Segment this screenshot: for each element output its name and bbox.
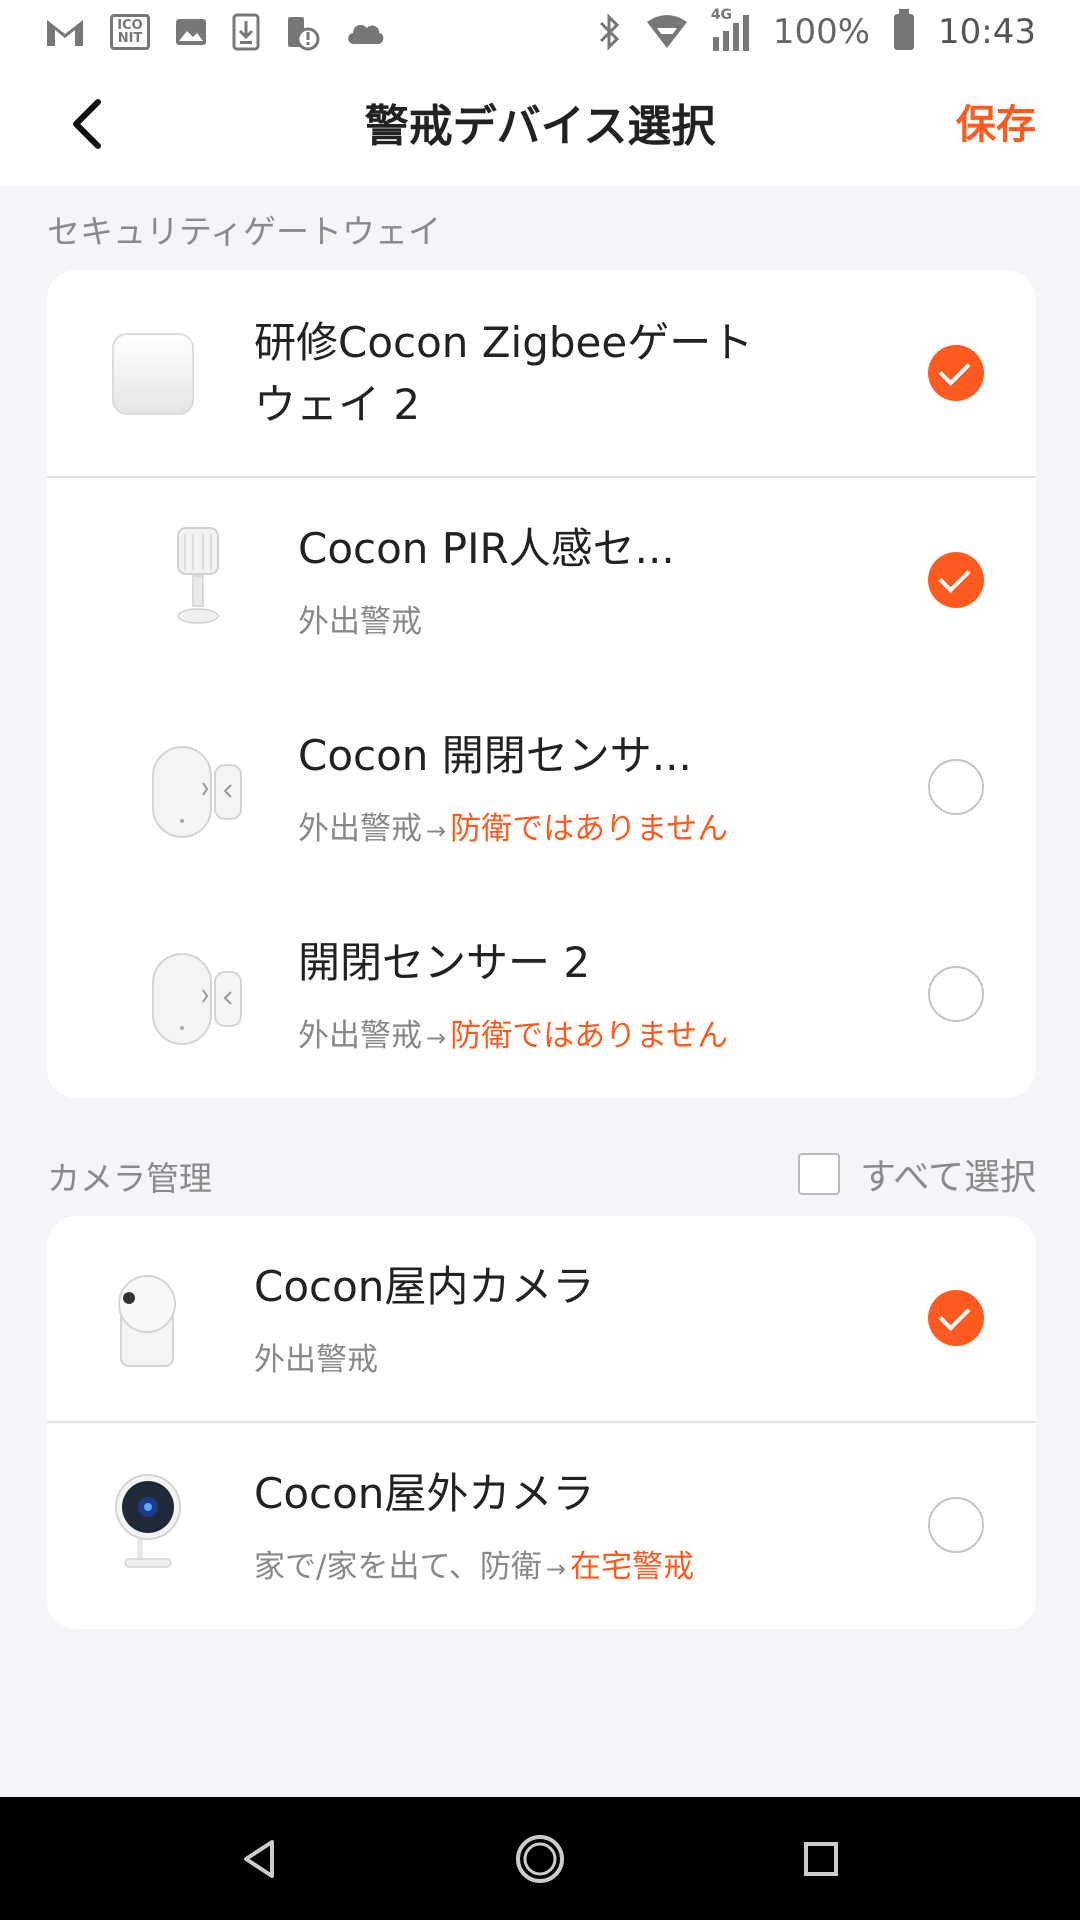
pir-sensor-icon: [171, 526, 225, 630]
download-icon: [232, 13, 260, 51]
cloud-icon: [348, 24, 384, 44]
device-mode: 外出警戒 → 防衛ではありません: [298, 803, 728, 848]
door-sensor-icon: [151, 743, 243, 843]
device-mode: 外出警戒: [298, 596, 422, 641]
device-checkbox[interactable]: [928, 966, 984, 1022]
device-name: Cocon PIR人感セ...: [298, 524, 675, 573]
camera-checkbox[interactable]: [928, 1497, 984, 1553]
arrow-right-icon: →: [545, 1555, 567, 1583]
camera-row[interactable]: Cocon屋内カメラ 外出警戒: [47, 1216, 1036, 1422]
section-label-gateway: セキュリティゲートウェイ: [47, 212, 442, 251]
gateway-name-line1: 研修Cocon Zigbeeゲート: [254, 318, 754, 367]
app-header: 警戒デバイス選択 保存: [0, 64, 1080, 186]
select-all-toggle[interactable]: すべて選択: [797, 1148, 1036, 1200]
section-label-cameras: カメラ管理: [47, 1159, 212, 1198]
wifi-icon: [646, 15, 687, 48]
battery-percent: 100%: [772, 12, 871, 52]
gateway-device-icon: [111, 332, 195, 420]
device-status-warning: 防衛ではありません: [450, 811, 729, 847]
status-bar-notifications: ICO NIT: [44, 13, 386, 51]
camera-mode: 外出警戒: [254, 1334, 378, 1379]
device-mode-text: 外出警戒: [298, 1018, 422, 1054]
device-row[interactable]: 開閉センサー 2 外出警戒 → 防衛ではありません: [47, 892, 1036, 1098]
status-bar: ICO NIT 4G 100% 10:43: [0, 0, 1080, 64]
battery-alert-icon: [288, 17, 320, 51]
system-nav-bar: [0, 1797, 1080, 1920]
bluetooth-icon: [599, 13, 619, 51]
camera-mode: 家で/家を出て、防衛 → 在宅警戒: [254, 1541, 694, 1586]
camera-row[interactable]: Cocon屋外カメラ 家で/家を出て、防衛 → 在宅警戒: [47, 1423, 1036, 1629]
device-mode-text: 外出警戒: [298, 604, 422, 640]
page-title: 警戒デバイス選択: [364, 101, 716, 152]
device-mode: 外出警戒 → 防衛ではありません: [298, 1010, 728, 1055]
select-all-label: すべて選択: [859, 1157, 1036, 1198]
camera-checkbox[interactable]: [928, 1290, 984, 1346]
back-triangle-icon[interactable]: [234, 1834, 284, 1884]
arrow-right-icon: →: [426, 817, 447, 845]
gateway-name-line2: ウェイ 2: [254, 380, 421, 429]
iconit-icon: ICO NIT: [110, 14, 150, 50]
device-checkbox[interactable]: [928, 552, 984, 608]
device-row[interactable]: Cocon 開閉センサ... 外出警戒 → 防衛ではありません: [47, 685, 1036, 892]
outdoor-camera-icon: [113, 1473, 183, 1577]
camera-name: Cocon屋外カメラ: [254, 1469, 595, 1518]
device-checkbox[interactable]: [928, 759, 984, 815]
device-name: Cocon 開閉センサ...: [298, 731, 692, 780]
gateway-row[interactable]: 研修Cocon Zigbeeゲート ウェイ 2: [47, 270, 1036, 477]
indoor-camera-icon: [115, 1272, 179, 1372]
gateway-checkbox[interactable]: [928, 345, 984, 401]
status-bar-system: 4G 100% 10:43: [597, 7, 1036, 52]
gmail-icon: [47, 20, 83, 46]
device-status-warning: 防衛ではありません: [450, 1018, 729, 1054]
camera-status-warning: 在宅警戒: [570, 1549, 695, 1585]
camera-mode-text: 家で/家を出て、防衛: [254, 1549, 542, 1585]
select-all-checkbox[interactable]: [797, 1153, 840, 1195]
device-mode-text: 外出警戒: [298, 811, 422, 847]
gateway-card: 研修Cocon Zigbeeゲート ウェイ 2 Cocon PIR人感セ... …: [47, 270, 1036, 1098]
signal-icon: 4G: [711, 7, 749, 51]
save-button[interactable]: 保存: [956, 92, 1036, 150]
clock: 10:43: [938, 12, 1036, 52]
arrow-right-icon: →: [426, 1024, 447, 1052]
device-row[interactable]: Cocon PIR人感セ... 外出警戒: [47, 478, 1036, 685]
door-sensor-icon: [151, 950, 243, 1050]
home-circle-icon[interactable]: [512, 1831, 568, 1887]
gallery-icon: [176, 19, 206, 45]
device-name: 開閉センサー 2: [298, 938, 591, 987]
network-type-label: 4G: [710, 7, 733, 23]
camera-mode-text: 外出警戒: [254, 1342, 378, 1378]
recents-square-icon[interactable]: [796, 1834, 846, 1884]
battery-icon: [894, 9, 915, 50]
camera-name: Cocon屋内カメラ: [254, 1262, 595, 1311]
camera-card: Cocon屋内カメラ 外出警戒 Cocon屋外カメラ 家で/家を出て、防衛 → 在宅…: [47, 1216, 1036, 1629]
